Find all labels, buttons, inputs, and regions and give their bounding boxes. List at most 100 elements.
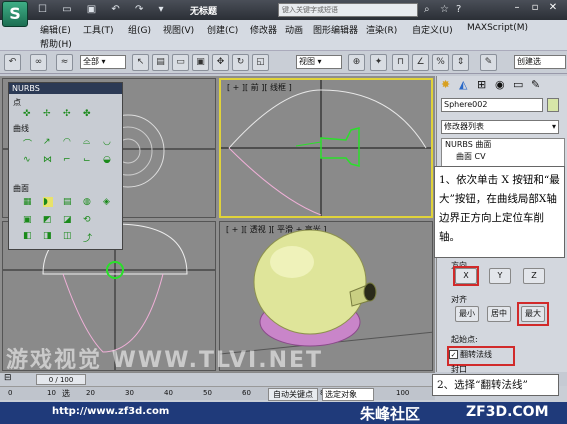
- window-crossing-icon[interactable]: ▣: [192, 54, 209, 71]
- motion-tab-icon[interactable]: ◉: [495, 78, 505, 91]
- tick-40: 40: [164, 389, 173, 397]
- surface-point-icon[interactable]: ✤: [83, 109, 93, 119]
- mirror-curve-icon[interactable]: ⋈: [43, 155, 53, 165]
- y-axis-button[interactable]: Y: [489, 268, 511, 284]
- ruled-surface-icon[interactable]: ▤: [63, 197, 73, 207]
- offset-curve-icon[interactable]: ∿: [23, 155, 33, 165]
- link-icon[interactable]: ∞: [30, 54, 47, 71]
- menu-group[interactable]: 组(G): [128, 23, 151, 36]
- selection-filter-dropdown[interactable]: 全部 ▾: [80, 55, 126, 69]
- app-logo-icon[interactable]: S: [2, 1, 28, 27]
- nurbs-toolbox[interactable]: NURBS 点 ✜ ✢ ✣ ✤ 曲线 ⌒ ↗ ◠ ⌓ ◡ ∿ ⋈ ⌐ ⌙ ◒ 曲…: [8, 82, 123, 250]
- select-scale-icon[interactable]: ◱: [252, 54, 269, 71]
- brand-name: 朱峰社区: [360, 405, 421, 423]
- selected-curve: [320, 127, 360, 167]
- selection-region-icon[interactable]: ▭: [172, 54, 189, 71]
- cap-surface-icon[interactable]: ◍: [83, 197, 93, 207]
- select-object-icon[interactable]: ↖: [132, 54, 149, 71]
- menu-views[interactable]: 视图(V): [163, 23, 194, 36]
- point-curve-icon[interactable]: ↗: [43, 137, 53, 147]
- spinner-snap-icon[interactable]: ⇕: [452, 54, 469, 71]
- named-selection-set-field[interactable]: 创建选: [514, 55, 566, 69]
- bind-space-warp-icon[interactable]: ≈: [56, 54, 73, 71]
- time-slider[interactable]: 0 / 100: [0, 372, 435, 386]
- window-controls: – ▫ ✕: [508, 0, 562, 15]
- edit-named-selection-icon[interactable]: ✎: [480, 54, 497, 71]
- select-manipulate-icon[interactable]: ✦: [370, 54, 387, 71]
- undo-icon[interactable]: ↶: [4, 54, 21, 71]
- viewport-front[interactable]: [ + ][ 前 ][ 线框 ]: [219, 78, 433, 218]
- pivot-center-icon[interactable]: ⊕: [348, 54, 365, 71]
- extrude-surface-icon[interactable]: ▣: [23, 215, 33, 225]
- reference-coordinate-dropdown[interactable]: 视图 ▾: [296, 55, 342, 69]
- modify-tab-icon[interactable]: ◭: [459, 78, 467, 91]
- fillet-surface-icon[interactable]: ◫: [63, 231, 73, 241]
- object-color-swatch[interactable]: [547, 98, 559, 112]
- chamfer-curve-icon[interactable]: ⌐: [63, 155, 73, 165]
- stack-item-nurbs[interactable]: NURBS 曲面: [442, 139, 564, 151]
- menu-animation[interactable]: 动画: [285, 23, 303, 36]
- stack-item-surface-cv[interactable]: 曲面 CV: [442, 151, 564, 163]
- modifier-list-dropdown[interactable]: 修改器列表 ▾: [441, 120, 559, 134]
- menu-tools[interactable]: 工具(T): [83, 23, 114, 36]
- modifier-stack[interactable]: NURBS 曲面 曲面 CV: [441, 138, 565, 168]
- object-name-field[interactable]: Sphere002: [441, 98, 543, 112]
- utilities-tab-icon[interactable]: ✎: [531, 78, 540, 91]
- menu-rendering[interactable]: 渲染(R): [366, 23, 397, 36]
- menu-maxscript[interactable]: MAXScript(M): [467, 23, 528, 33]
- surface-curve-icon[interactable]: ◒: [103, 155, 113, 165]
- display-tab-icon[interactable]: ▭: [513, 78, 523, 91]
- sweep-icon[interactable]: ⟲: [83, 215, 93, 225]
- z-axis-button[interactable]: Z: [523, 268, 545, 284]
- menu-create[interactable]: 创建(C): [207, 23, 238, 36]
- percent-snap-icon[interactable]: %: [432, 54, 449, 71]
- create-point-icon[interactable]: ✜: [23, 109, 33, 119]
- menu-modifiers[interactable]: 修改器: [250, 23, 277, 36]
- select-rotate-icon[interactable]: ↻: [232, 54, 249, 71]
- blend-surface-icon[interactable]: ◪: [63, 215, 73, 225]
- selected-dropdown[interactable]: 选定对象: [322, 388, 374, 401]
- offset-surface-icon[interactable]: ◧: [23, 231, 33, 241]
- menu-edit[interactable]: 编辑(E): [40, 23, 71, 36]
- transform-surface-icon[interactable]: ◨: [43, 231, 53, 241]
- binoculars-icon[interactable]: ⌕: [424, 4, 430, 15]
- cv-curve-icon[interactable]: ⌒: [23, 137, 33, 150]
- lathe-surface-icon[interactable]: ◗: [43, 197, 53, 207]
- quick-access-toolbar[interactable]: ☐ ▭ ▣ ↶ ↷ ▾: [38, 4, 170, 15]
- snap-toggle-icon[interactable]: ⊓: [392, 54, 409, 71]
- auto-key-button[interactable]: 自动关键点: [268, 388, 318, 401]
- curve-point-icon[interactable]: ✣: [63, 109, 73, 119]
- offset-point-icon[interactable]: ✢: [43, 109, 53, 119]
- nurbs-section-surface: 曲面: [13, 184, 29, 193]
- hierarchy-tab-icon[interactable]: ⊞: [477, 78, 486, 91]
- create-tab-icon[interactable]: ✸: [441, 78, 450, 91]
- align-label: 对齐: [451, 295, 467, 304]
- transform-curve-icon[interactable]: ⌓: [83, 137, 93, 147]
- menu-graph-editors[interactable]: 图形编辑器: [313, 23, 358, 36]
- mushroom-profile: [228, 147, 322, 216]
- search-input[interactable]: 键入关键字或短语: [278, 3, 418, 17]
- instruction-callout-step2: 2、选择“翻转法线”: [432, 374, 559, 396]
- minimize-button[interactable]: –: [508, 0, 526, 15]
- angle-snap-icon[interactable]: ∠: [412, 54, 429, 71]
- fillet-curve-icon[interactable]: ⌙: [83, 155, 93, 165]
- align-center-button[interactable]: 居中: [487, 306, 511, 322]
- fit-curve-icon[interactable]: ◠: [63, 137, 73, 147]
- layer-manager-icon[interactable]: ⊟: [4, 373, 12, 383]
- close-button[interactable]: ✕: [544, 0, 562, 15]
- star-icon[interactable]: ☆: [440, 4, 449, 15]
- restore-button[interactable]: ▫: [526, 0, 544, 15]
- tick-0: 0: [8, 389, 13, 397]
- u-loft-icon[interactable]: ◈: [103, 197, 113, 207]
- align-min-button[interactable]: 最小: [455, 306, 479, 322]
- menu-help[interactable]: 帮助(H): [40, 37, 72, 50]
- mirror-surface-icon[interactable]: ◩: [43, 215, 53, 225]
- help-icon[interactable]: ?: [456, 4, 461, 15]
- select-move-icon[interactable]: ✥: [212, 54, 229, 71]
- menu-customize[interactable]: 自定义(U): [412, 23, 453, 36]
- blend-curve-icon[interactable]: ◡: [103, 137, 113, 147]
- cv-surface-icon[interactable]: ▦: [23, 197, 33, 207]
- select-by-name-icon[interactable]: ▤: [152, 54, 169, 71]
- n-blend-icon[interactable]: ⤴: [83, 231, 93, 244]
- time-slider-thumb[interactable]: 0 / 100: [36, 374, 86, 385]
